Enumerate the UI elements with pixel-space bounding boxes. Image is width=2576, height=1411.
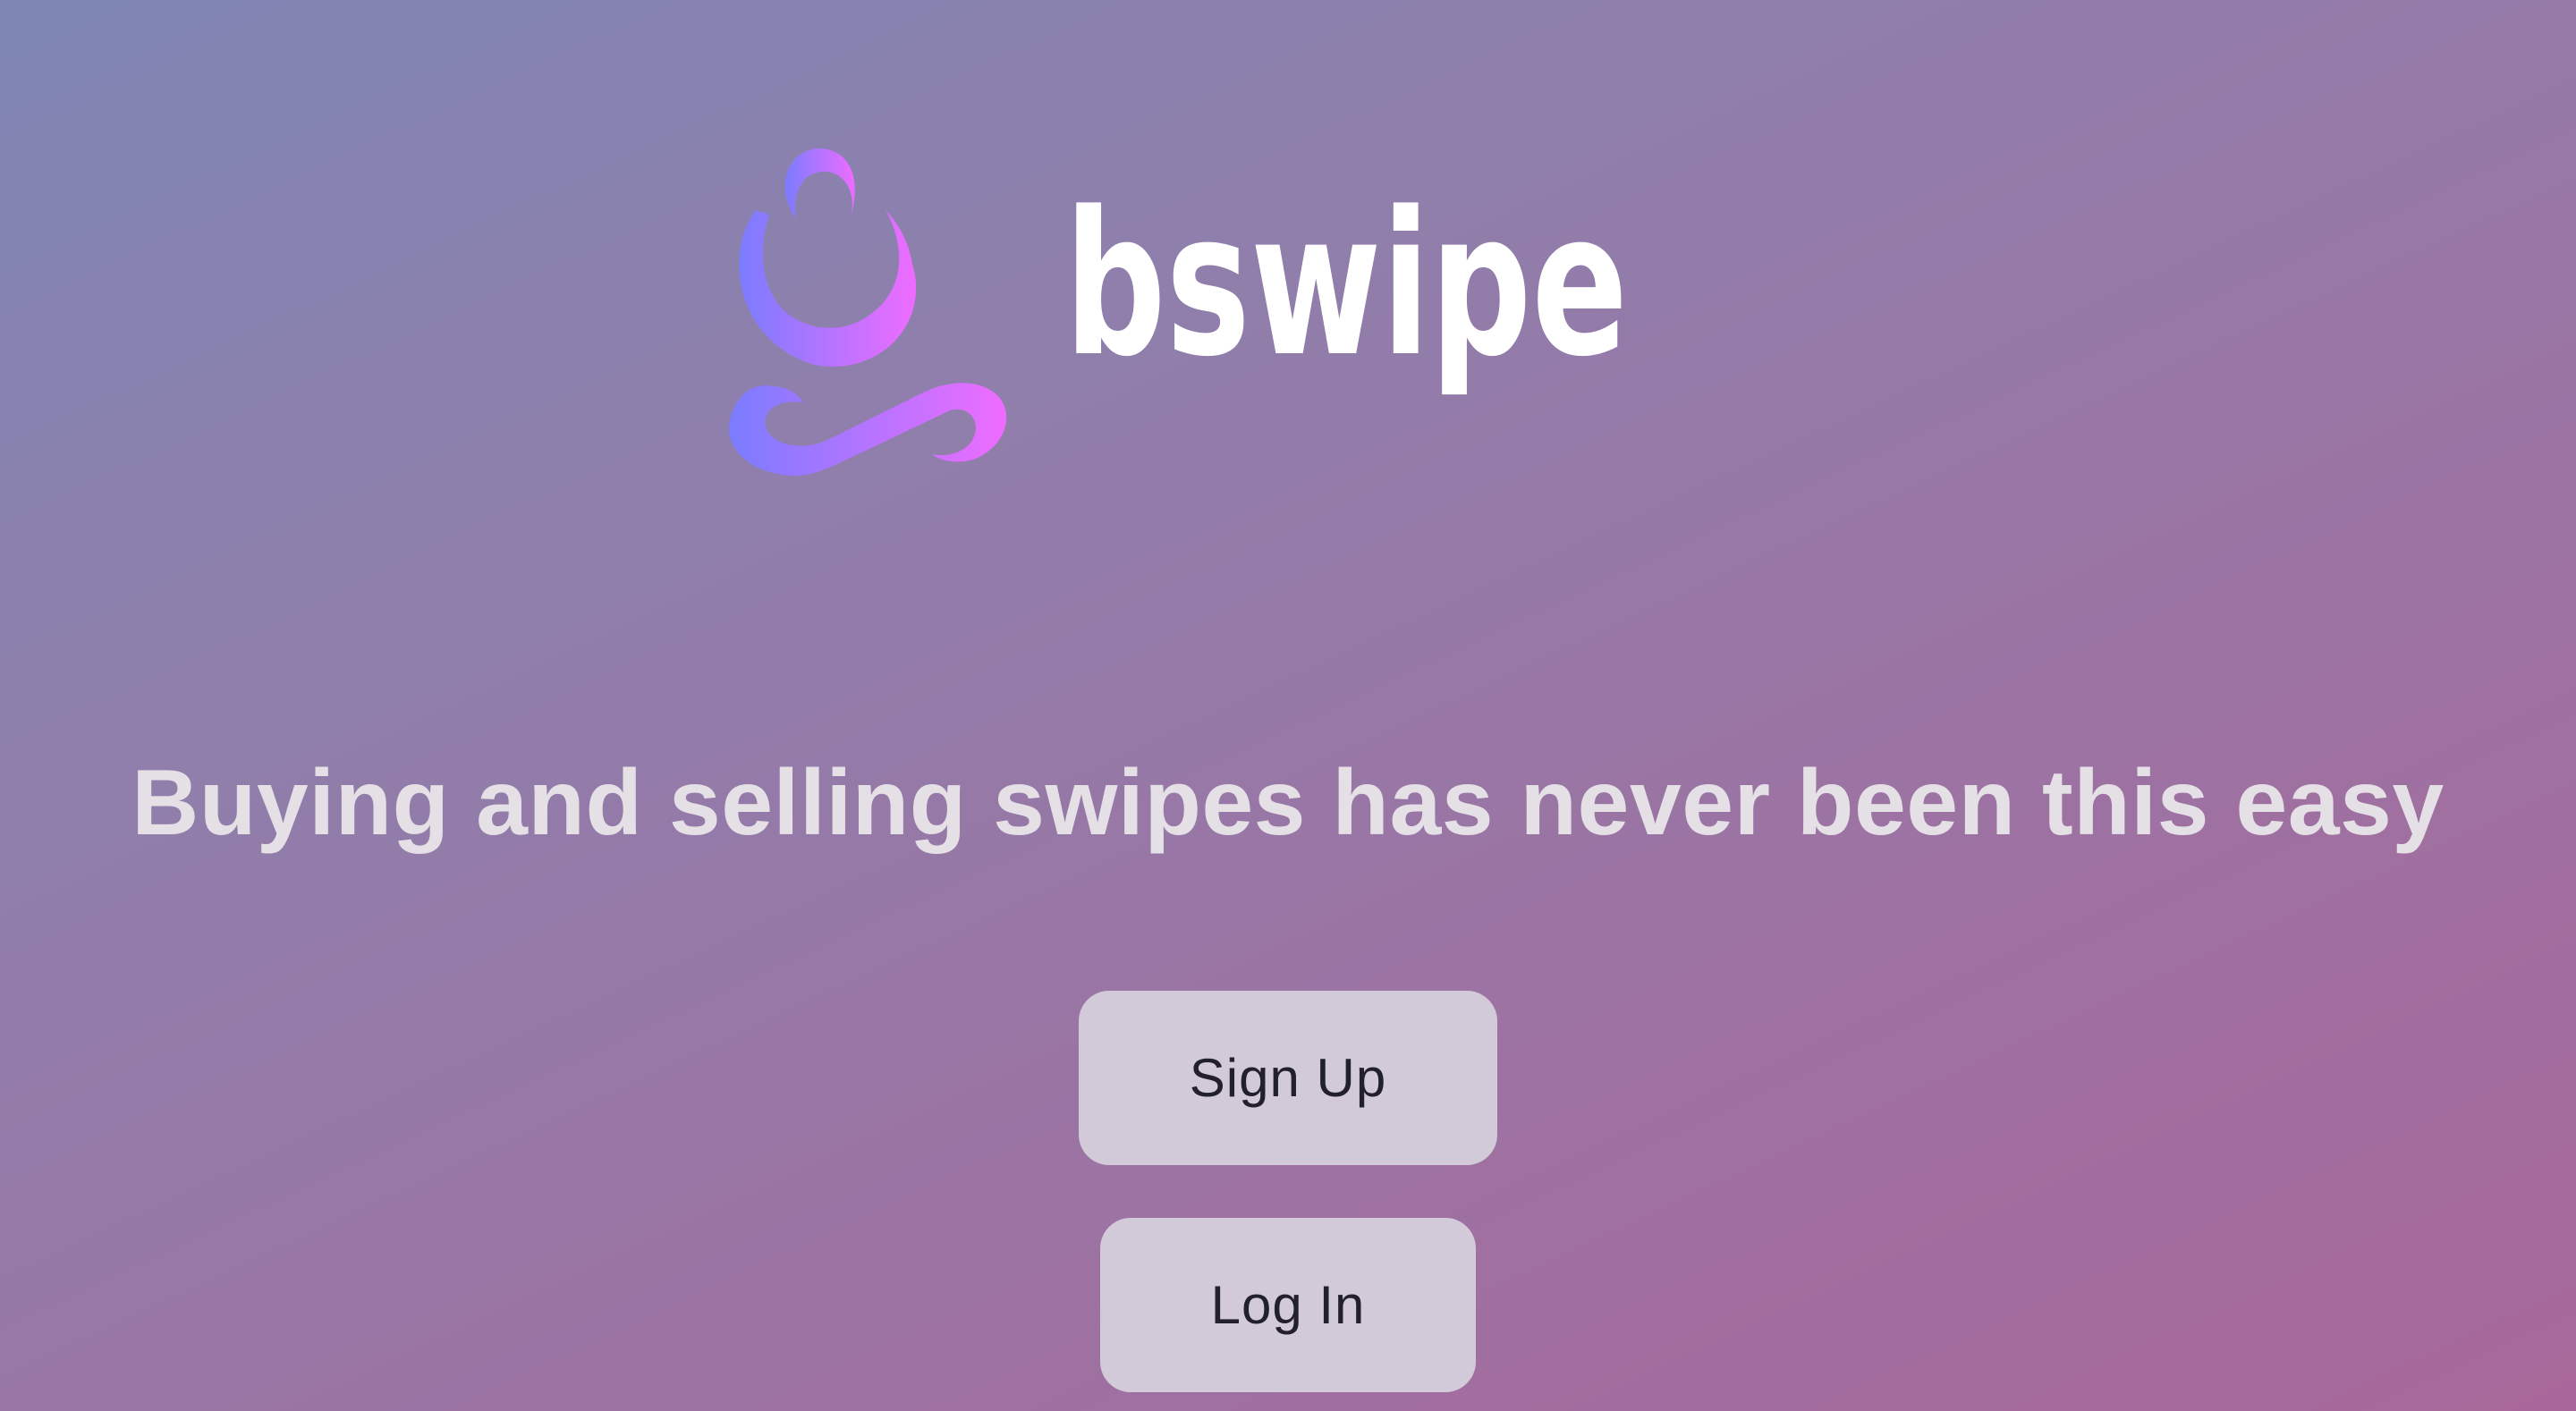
- brand-name: bswipe: [1064, 197, 1628, 401]
- hero-tagline: Buying and selling swipes has never been…: [131, 751, 2445, 855]
- brand-wordmark: bswipe: [1064, 197, 1628, 401]
- meditating-figure-logo-icon: [729, 148, 1007, 476]
- log-in-button[interactable]: Log In: [1100, 1218, 1476, 1392]
- brand-header: bswipe: [724, 143, 1798, 501]
- sign-up-button[interactable]: Sign Up: [1079, 991, 1497, 1165]
